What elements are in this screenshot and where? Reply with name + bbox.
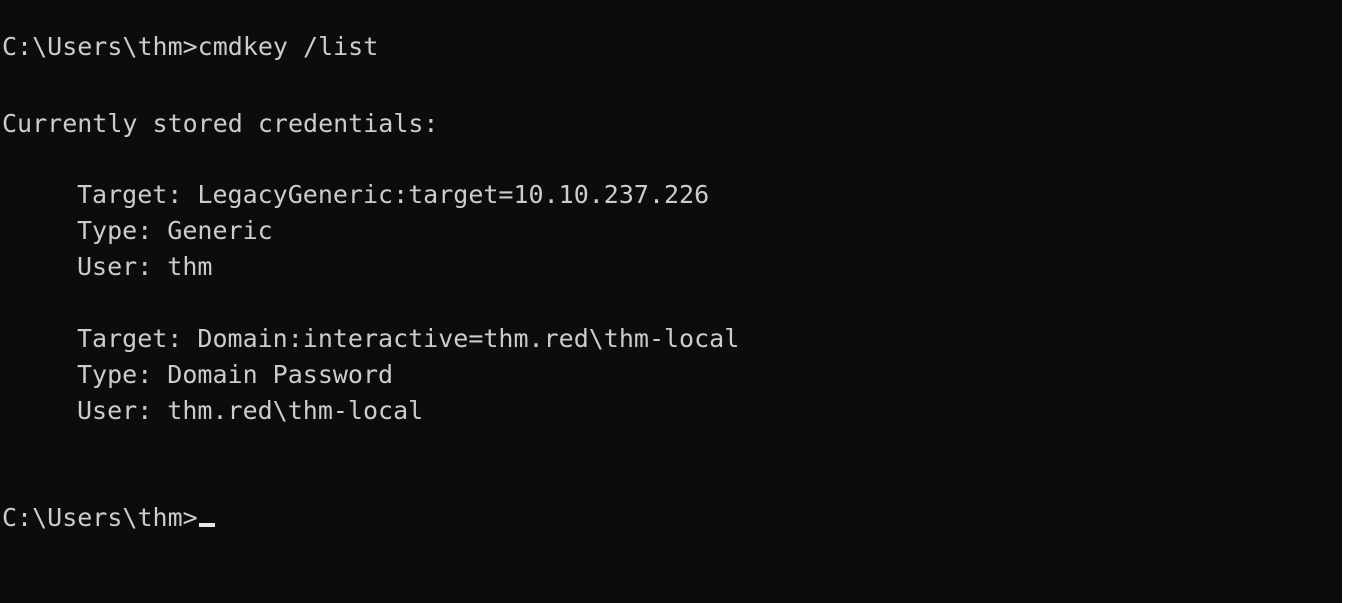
credential-2-user: User: thm.red\thm-local [77, 396, 424, 425]
final-prompt-line[interactable]: C:\Users\thm> [2, 500, 215, 536]
credential-2-target: Target: Domain:interactive=thm.red\thm-l… [77, 324, 740, 353]
command-line: C:\Users\thm>cmdkey /list [2, 29, 378, 65]
prompt: C:\Users\thm> [2, 32, 198, 61]
output-header: Currently stored credentials: [2, 109, 439, 138]
text-cursor [198, 523, 215, 527]
final-prompt: C:\Users\thm> [2, 503, 198, 532]
credential-2-type: Type: Domain Password [77, 360, 394, 389]
credential-1-user: User: thm [77, 252, 213, 281]
credential-1-type: Type: Generic [77, 216, 273, 245]
credential-1-target: Target: LegacyGeneric:target=10.10.237.2… [77, 180, 710, 209]
command-text: cmdkey /list [197, 32, 379, 61]
console-window[interactable]: C:\Users\thm>cmdkey /list Currently stor… [0, 0, 1342, 603]
